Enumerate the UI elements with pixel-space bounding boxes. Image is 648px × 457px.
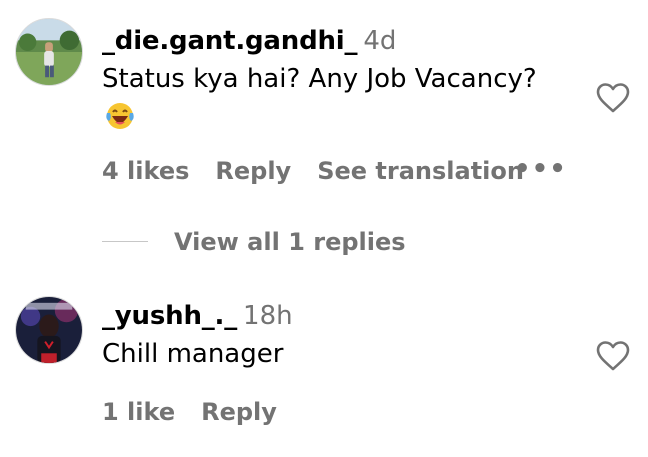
likes-count[interactable]: 1 like (102, 398, 175, 426)
avatar[interactable] (15, 18, 83, 86)
heart-icon[interactable] (596, 82, 630, 114)
avatar-photo (16, 19, 82, 85)
comment-username[interactable]: _die.gant.gandhi_ (102, 26, 358, 56)
comment-header: _die.gant.gandhi_ 4d (102, 28, 396, 54)
avatar[interactable] (15, 296, 83, 364)
replies-divider (102, 241, 148, 242)
see-translation-button[interactable]: See translation (317, 157, 524, 185)
comment-item: _yushh_._ 18h Chill manager 1 like Reply (0, 270, 648, 457)
reply-button[interactable]: Reply (215, 157, 291, 185)
comment-header: _yushh_._ 18h (102, 303, 293, 329)
comment-text: Status kya hai? Any Job Vacancy? (102, 64, 537, 94)
heart-icon[interactable] (596, 340, 630, 372)
comment-username[interactable]: _yushh_._ (102, 301, 237, 331)
comment-actions: 1 like Reply (102, 400, 303, 424)
view-replies-label[interactable]: View all 1 replies (174, 228, 406, 256)
reply-button[interactable]: Reply (201, 398, 277, 426)
avatar-photo (16, 297, 82, 363)
comment-time: 4d (363, 26, 397, 56)
comment-text: Chill manager (102, 339, 284, 369)
laughing-tears-emoji-icon (106, 103, 134, 129)
more-options-button[interactable]: ••• (514, 154, 567, 184)
likes-count[interactable]: 4 likes (102, 157, 189, 185)
comment-time: 18h (243, 301, 293, 331)
comment-item: _die.gant.gandhi_ 4d Status kya hai? Any … (0, 0, 648, 270)
comment-actions: 4 likes Reply See translation (102, 159, 550, 183)
